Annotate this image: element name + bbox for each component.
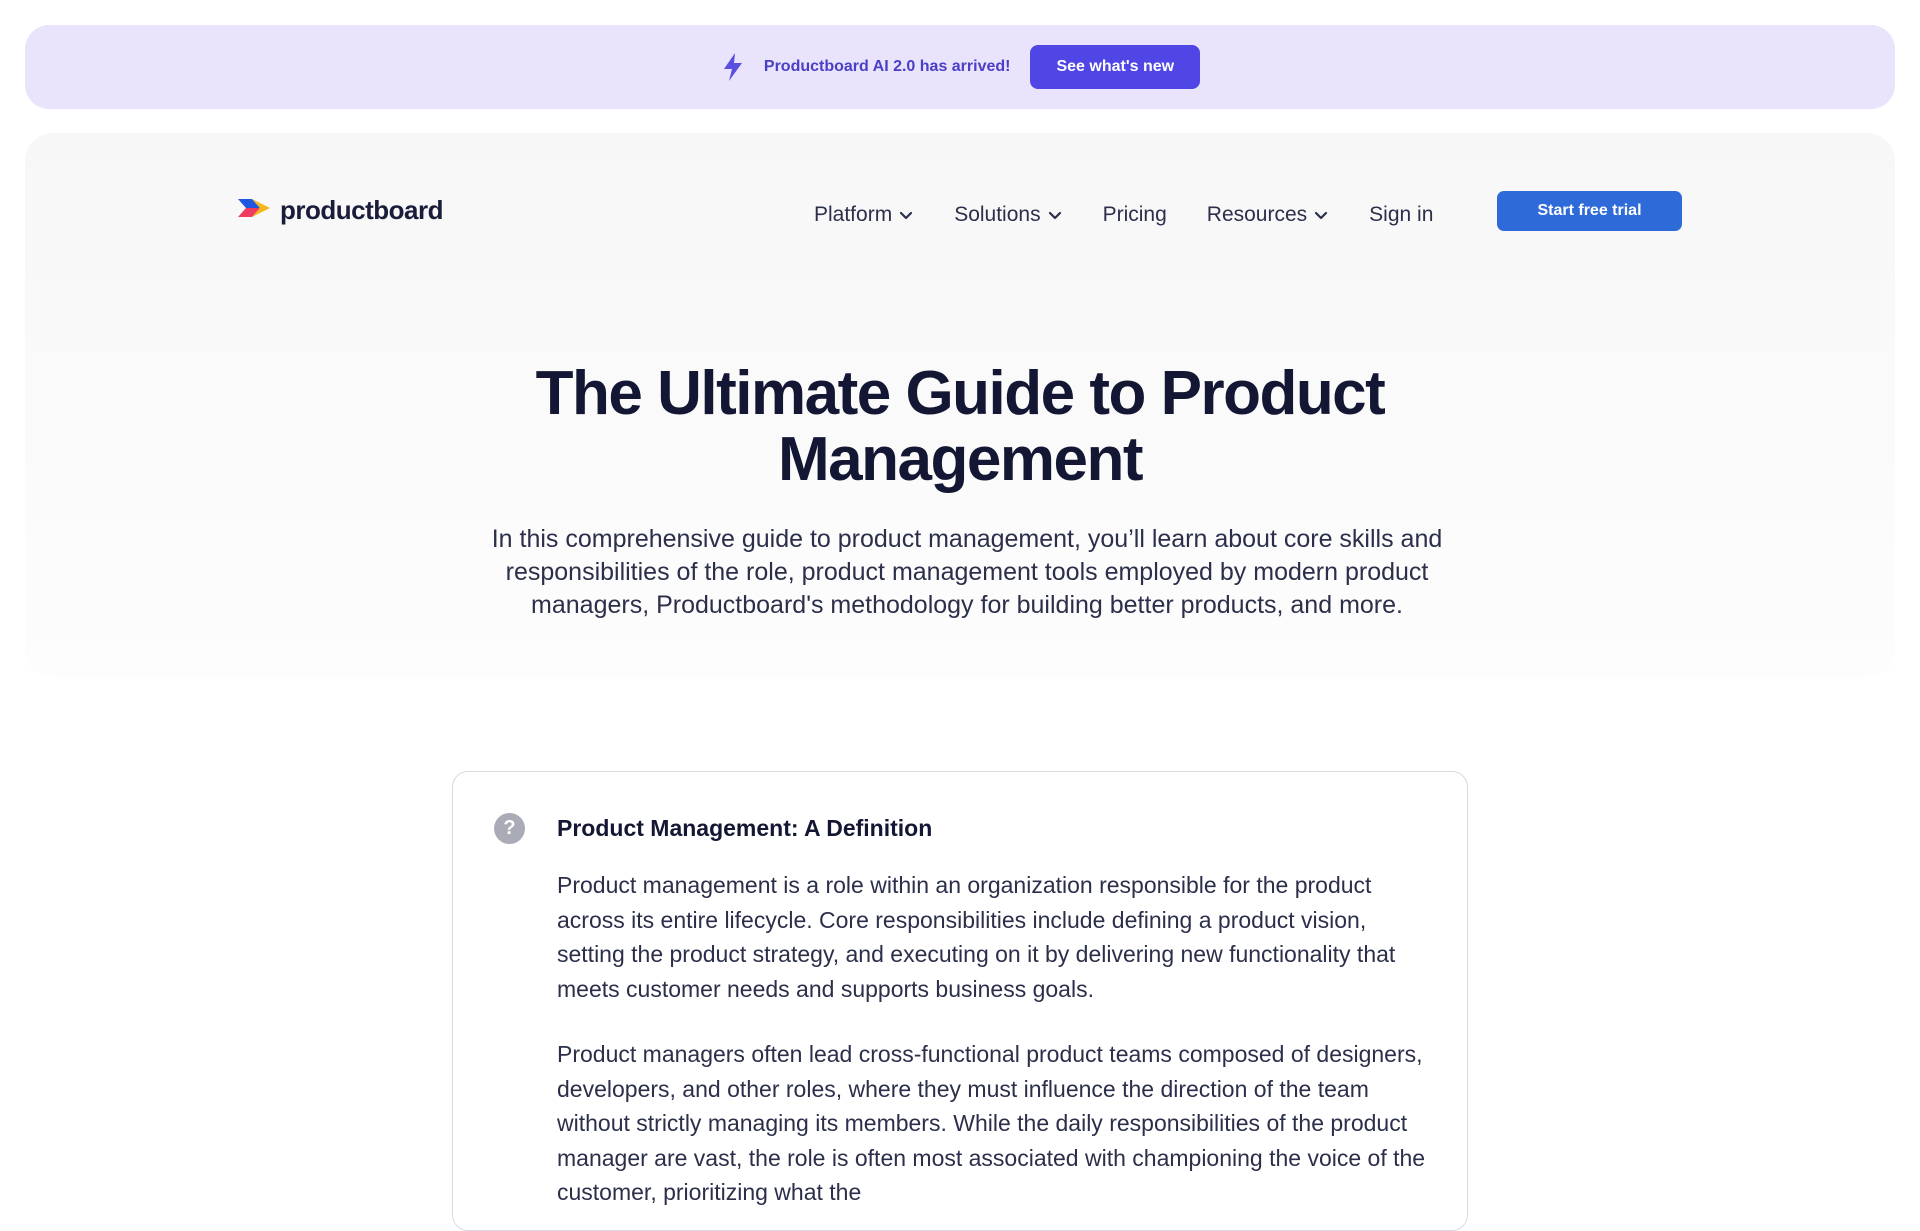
see-whats-new-button[interactable]: See what's new (1030, 45, 1201, 89)
page-title: The Ultimate Guide to Product Management (25, 361, 1895, 493)
nav-item-label: Platform (814, 203, 893, 226)
nav-item-platform[interactable]: Platform (814, 203, 914, 227)
question-icon: ? (494, 813, 525, 844)
nav-item-sign-in[interactable]: Sign in (1369, 203, 1433, 227)
definition-title: Product Management: A Definition (557, 815, 933, 841)
definition-paragraph: Product managers often lead cross-functi… (557, 1041, 1426, 1205)
start-free-trial-button[interactable]: Start free trial (1497, 191, 1682, 231)
page-title-line1: The Ultimate Guide to Product (535, 359, 1386, 428)
nav-menu: Platform Solutions Pricing Resources Sig… (814, 195, 1473, 235)
nav-item-label: Pricing (1102, 203, 1167, 226)
chevron-down-icon (1048, 211, 1061, 220)
top-navigation: productboard Platform Solutions Pricing … (25, 133, 1895, 263)
nav-item-solutions[interactable]: Solutions (954, 203, 1062, 227)
productboard-logo-icon (238, 196, 270, 225)
lightning-bolt-icon (720, 52, 746, 82)
nav-item-label: Solutions (954, 203, 1041, 226)
chevron-down-icon (1315, 211, 1328, 220)
nav-item-resources[interactable]: Resources (1207, 203, 1329, 227)
announcement-banner: Productboard AI 2.0 has arrived! See wha… (25, 25, 1895, 109)
nav-item-label: Sign in (1369, 203, 1434, 226)
banner-text: Productboard AI 2.0 has arrived! (763, 58, 1011, 75)
logo-text: productboard (280, 195, 444, 225)
hero-section: productboard Platform Solutions Pricing … (25, 133, 1895, 678)
nav-item-pricing[interactable]: Pricing (1103, 203, 1167, 227)
definition-paragraph: Product management is a role within an o… (557, 872, 1396, 1002)
chevron-down-icon (900, 211, 913, 220)
page-title-line2: Management (778, 425, 1143, 494)
definition-card: ? Product Management: A Definition Produ… (452, 771, 1468, 1231)
page-subtitle: In this comprehensive guide to product m… (491, 525, 1443, 619)
logo[interactable]: productboard (238, 195, 444, 226)
nav-item-label: Resources (1206, 203, 1308, 226)
